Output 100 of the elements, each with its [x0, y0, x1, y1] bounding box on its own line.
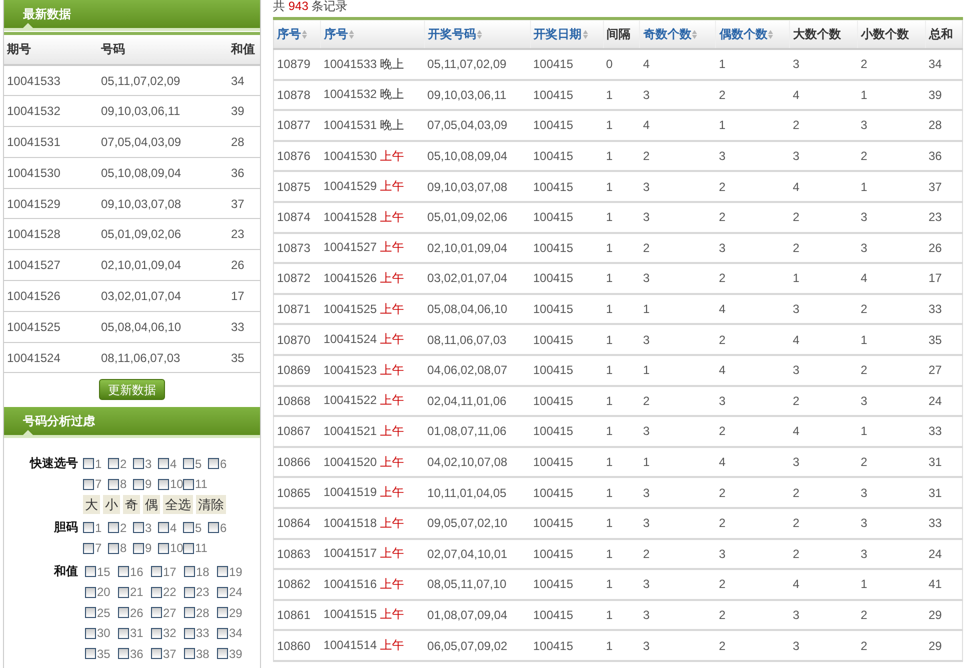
checkbox-label: 10: [170, 541, 184, 556]
checkbox[interactable]: [158, 458, 169, 470]
table-cell: 10869: [274, 354, 320, 386]
table-cell: 1: [603, 446, 640, 478]
quick-select-button[interactable]: 奇: [123, 495, 140, 514]
table-cell: 10860: [274, 630, 320, 661]
table-cell: 33: [228, 311, 260, 342]
table-cell: 37: [925, 171, 962, 202]
quick-select-button[interactable]: 全选: [163, 495, 193, 514]
quick-select-button[interactable]: 大: [83, 495, 100, 514]
table-cell: 100415: [530, 508, 603, 538]
checkbox[interactable]: [158, 478, 169, 490]
checkbox[interactable]: [108, 458, 119, 470]
checkbox[interactable]: [158, 542, 169, 554]
checkbox[interactable]: [83, 522, 94, 534]
quick-select-button[interactable]: 偶: [143, 495, 160, 514]
checkbox-label: 20: [97, 585, 110, 600]
table-cell: 1: [603, 386, 640, 416]
sortable-column-header[interactable]: 序号: [274, 18, 320, 49]
table-cell: 2: [716, 171, 790, 202]
checkbox[interactable]: [108, 542, 119, 554]
checkbox[interactable]: [184, 648, 195, 660]
table-cell: 10878: [274, 80, 320, 110]
record-count: 共 943 条记录: [273, 0, 348, 13]
checkbox[interactable]: [85, 607, 96, 618]
sortable-column-header[interactable]: 偶数个数: [716, 18, 790, 49]
table-cell: 1: [603, 171, 640, 202]
checkbox[interactable]: [118, 586, 129, 598]
table-cell: 10041527 上午: [320, 232, 424, 264]
quick-select-button[interactable]: 清除: [196, 495, 226, 514]
checkbox[interactable]: [83, 542, 94, 554]
table-cell: 10866: [274, 446, 320, 478]
table-cell: 04,02,10,07,08: [424, 446, 530, 478]
checkbox[interactable]: [217, 566, 228, 578]
checkbox[interactable]: [183, 522, 194, 534]
table-cell: 24: [925, 538, 962, 570]
column-header: 小数个数: [858, 18, 926, 49]
checkbox[interactable]: [133, 542, 144, 554]
table-cell: 01,08,07,11,06: [424, 416, 530, 447]
checkbox[interactable]: [217, 648, 228, 660]
sortable-column-header[interactable]: 奇数个数: [640, 18, 716, 49]
table-cell: 10865: [274, 477, 320, 508]
update-button[interactable]: 更新数据: [99, 379, 165, 400]
checkbox[interactable]: [151, 586, 162, 598]
checkbox[interactable]: [85, 586, 96, 598]
table-cell: 4: [716, 446, 790, 478]
checkbox[interactable]: [183, 458, 194, 470]
table-cell: 10041522 上午: [320, 386, 424, 416]
checkbox[interactable]: [151, 607, 162, 618]
sortable-column-header[interactable]: 开奖号码: [424, 18, 530, 49]
table-cell: 33: [925, 416, 962, 447]
table-cell: 2: [716, 324, 790, 355]
checkbox[interactable]: [133, 458, 144, 470]
checkbox[interactable]: [108, 522, 119, 534]
checkbox[interactable]: [85, 566, 96, 578]
checkbox[interactable]: [208, 458, 219, 470]
checkbox[interactable]: [118, 628, 129, 639]
table-cell: 03,02,01,07,04: [424, 263, 530, 294]
checkbox[interactable]: [184, 586, 195, 598]
checkbox-label: 8: [120, 477, 127, 492]
checkbox[interactable]: [151, 648, 162, 660]
checkbox-label: 7: [95, 477, 102, 492]
checkbox[interactable]: [217, 607, 228, 618]
checkbox[interactable]: [184, 628, 195, 639]
checkbox[interactable]: [183, 542, 194, 554]
checkbox[interactable]: [118, 607, 129, 618]
checkbox[interactable]: [158, 522, 169, 534]
checkbox[interactable]: [151, 566, 162, 578]
checkbox[interactable]: [151, 628, 162, 639]
checkbox[interactable]: [184, 566, 195, 578]
checkbox-label: 16: [130, 564, 144, 579]
checkbox-label: 25: [97, 606, 110, 620]
table-cell: 4: [790, 416, 858, 447]
table-cell: 100415: [530, 202, 603, 233]
table-cell: 34: [228, 65, 260, 96]
checkbox[interactable]: [133, 522, 144, 534]
checkbox[interactable]: [85, 648, 96, 660]
table-cell: 10041526: [4, 280, 98, 312]
table-cell: 4: [790, 569, 858, 600]
table-cell: 10867: [274, 416, 320, 447]
table-cell: 10041514 上午: [320, 630, 424, 661]
checkbox[interactable]: [83, 458, 94, 470]
checkbox[interactable]: [118, 648, 129, 660]
checkbox[interactable]: [217, 586, 228, 598]
checkbox[interactable]: [85, 628, 96, 639]
checkbox[interactable]: [83, 478, 94, 490]
table-cell: 17: [228, 280, 260, 312]
checkbox[interactable]: [118, 566, 129, 578]
checkbox[interactable]: [184, 607, 195, 618]
checkbox[interactable]: [217, 628, 228, 639]
checkbox[interactable]: [183, 478, 194, 490]
checkbox[interactable]: [108, 478, 119, 490]
quick-select-button[interactable]: 小: [103, 495, 120, 514]
sortable-column-header[interactable]: 序号: [320, 18, 424, 49]
checkbox[interactable]: [208, 522, 219, 534]
table-cell: 3: [716, 232, 790, 264]
checkbox-label: 3: [145, 520, 152, 535]
table-cell: 23: [925, 202, 962, 233]
checkbox[interactable]: [133, 478, 144, 490]
sortable-column-header[interactable]: 开奖日期: [530, 18, 603, 49]
